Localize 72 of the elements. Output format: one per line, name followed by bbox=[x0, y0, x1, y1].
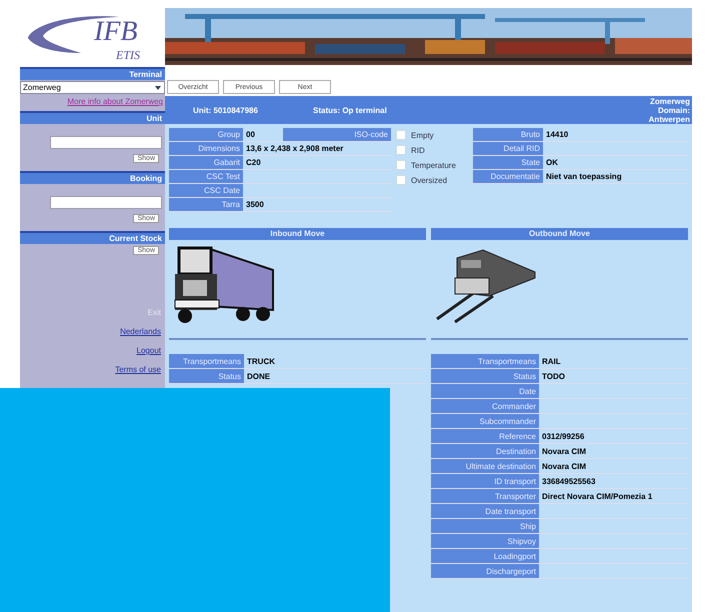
field-label: Reference bbox=[431, 429, 539, 443]
field-label: Detail RID bbox=[473, 142, 543, 155]
field-label: Destination bbox=[431, 444, 539, 458]
checkbox[interactable] bbox=[396, 175, 406, 185]
field-label: Dimensions bbox=[169, 142, 243, 155]
logo-subtitle: ETIS bbox=[116, 48, 140, 63]
field-label: Dischargeport bbox=[431, 564, 539, 578]
checkbox[interactable] bbox=[396, 145, 406, 155]
field-value: Novara CIM bbox=[541, 446, 588, 456]
terminal-dropdown[interactable]: Zomerweg bbox=[20, 81, 165, 94]
field-label: Ship bbox=[431, 519, 539, 533]
section-header: Current Stock bbox=[20, 231, 165, 244]
field-label: State bbox=[473, 156, 543, 169]
sidebar-link[interactable]: Nederlands bbox=[120, 327, 161, 336]
terminal-name: Zomerweg bbox=[650, 96, 690, 106]
sidebar-link[interactable]: Terms of use bbox=[115, 365, 161, 374]
field-value: TRUCK bbox=[246, 356, 276, 366]
field-label: Tarra bbox=[169, 198, 243, 211]
section-header: Terminal bbox=[20, 67, 165, 80]
checkbox-label: Oversized bbox=[411, 176, 448, 184]
field-label: Ultimate destination bbox=[431, 459, 539, 473]
field-label: Date bbox=[431, 384, 539, 398]
unit-number: Unit: 5010847986 bbox=[193, 106, 259, 114]
field-value: TODO bbox=[541, 372, 566, 380]
field-label: Commander bbox=[431, 399, 539, 413]
section-header: Booking bbox=[20, 171, 165, 184]
field-label: ISO-code bbox=[283, 128, 391, 141]
checkbox-label: Temperature bbox=[411, 160, 456, 170]
section-header: Inbound Move bbox=[169, 228, 426, 240]
checkbox[interactable] bbox=[396, 160, 406, 170]
field-label: Documentatie bbox=[473, 170, 543, 183]
field-value: 00 bbox=[245, 130, 256, 139]
field-label: Subcommander bbox=[431, 414, 539, 428]
input-field[interactable] bbox=[50, 136, 162, 149]
field-label: Gabarit bbox=[169, 156, 243, 169]
field-label: Group bbox=[169, 128, 243, 141]
checkbox-label: Empty bbox=[411, 130, 434, 140]
sidebar-link[interactable]: Logout bbox=[136, 346, 161, 355]
field-value: Niet van toepassing bbox=[545, 172, 623, 181]
logo-title: IFB bbox=[94, 18, 138, 46]
field-value: DONE bbox=[246, 372, 272, 380]
field-label: Status bbox=[431, 369, 539, 383]
field-label: Shipvoy bbox=[431, 534, 539, 548]
field-value: 0312/99256 bbox=[541, 432, 586, 440]
field-value: 14410 bbox=[545, 130, 570, 139]
location-name: Antwerpen bbox=[648, 114, 690, 124]
input-field[interactable] bbox=[50, 196, 162, 209]
field-label: Status bbox=[169, 369, 244, 383]
field-label: Date transport bbox=[431, 504, 539, 518]
field-label: Transportmeans bbox=[169, 354, 244, 368]
section-header: Outbound Move bbox=[431, 228, 688, 240]
unit-status: Status: Op terminal bbox=[313, 106, 387, 114]
field-label: Bruto bbox=[473, 128, 543, 141]
checkbox[interactable] bbox=[396, 130, 406, 140]
field-label: Transportmeans bbox=[431, 354, 539, 368]
field-label: CSC Date bbox=[169, 184, 243, 197]
field-value: 336849525563 bbox=[541, 476, 596, 486]
field-value: RAIL bbox=[541, 356, 562, 366]
caret-icon bbox=[154, 84, 162, 92]
field-value: C20 bbox=[245, 158, 262, 167]
field-value: Direct Novara CIM/Pomezia 1 bbox=[541, 492, 654, 500]
field-label: ID transport bbox=[431, 474, 539, 488]
field-value: Novara CIM bbox=[541, 462, 588, 470]
field-label: Loadingport bbox=[431, 549, 539, 563]
domain-label: Domain: bbox=[658, 106, 690, 114]
field-value: 13,6 x 2,438 x 2,908 meter bbox=[245, 144, 344, 153]
field-label: CSC Test bbox=[169, 170, 243, 183]
field-value: 3500 bbox=[245, 200, 265, 209]
checkbox-label: RID bbox=[411, 146, 425, 154]
field-label: Transporter bbox=[431, 489, 539, 503]
field-value: OK bbox=[545, 158, 559, 167]
section-header: Unit bbox=[20, 111, 165, 124]
